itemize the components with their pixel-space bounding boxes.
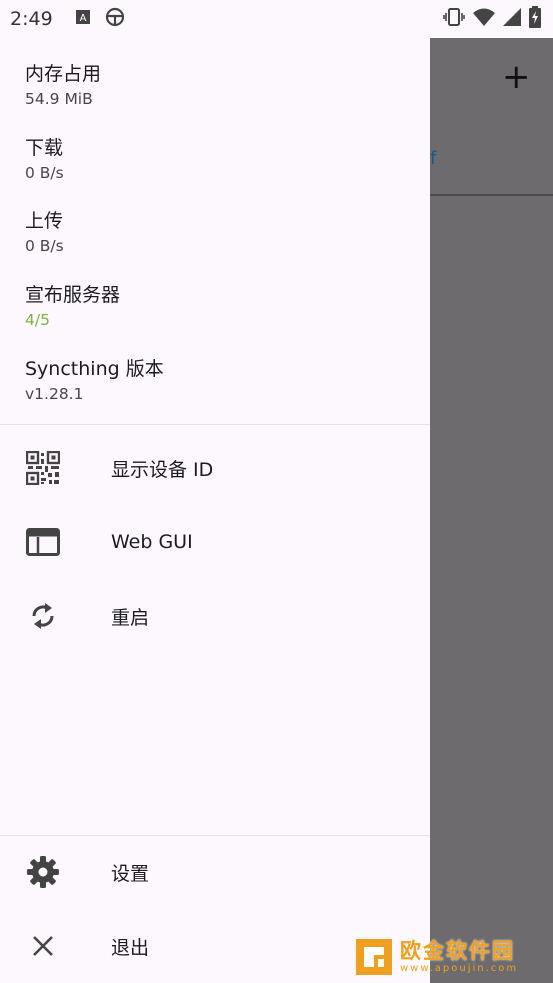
divider	[0, 424, 430, 425]
stat-label: 内存占用	[25, 63, 102, 85]
menu-label: 退出	[111, 936, 150, 959]
plus-icon[interactable]: +	[502, 60, 531, 94]
svg-text:A: A	[79, 13, 86, 24]
menu-restart[interactable]: 重启	[0, 586, 430, 646]
stat-value: 0 B/s	[25, 237, 64, 255]
menu-show-device-id[interactable]: 显示设备 ID	[0, 438, 430, 498]
watermark-url: www.apoujin.com	[400, 963, 519, 974]
stat-value: 4/5	[25, 311, 50, 329]
browser-window-icon	[25, 524, 61, 560]
navigation-drawer: 内存占用 54.9 MiB 下载 0 B/s 上传 0 B/s 宣布服务器 4/…	[0, 38, 430, 983]
menu-web-gui[interactable]: Web GUI	[0, 512, 430, 572]
stat-value: v1.28.1	[25, 385, 84, 403]
menu-label: 显示设备 ID	[111, 458, 214, 481]
stat-announce-servers: 宣布服务器 4/5	[25, 283, 120, 331]
sync-icon	[25, 598, 61, 634]
divider	[0, 835, 430, 836]
wifi-icon	[473, 8, 495, 30]
stat-value: 0 B/s	[25, 164, 64, 182]
watermark-title: 欧金软件园	[400, 939, 515, 963]
stat-memory: 内存占用 54.9 MiB	[25, 62, 101, 110]
tab-underline	[430, 194, 553, 196]
stat-label: 上传	[25, 210, 64, 232]
gear-icon	[25, 854, 61, 890]
stat-upload: 上传 0 B/s	[25, 209, 64, 257]
status-time: 2:49	[10, 8, 53, 30]
status-bar: 2:49 A	[0, 0, 553, 38]
signal-icon	[503, 8, 521, 30]
menu-settings[interactable]: 设置	[0, 842, 430, 902]
stat-version: Syncthing 版本 v1.28.1	[25, 357, 164, 405]
watermark-logo-icon	[354, 937, 394, 977]
stat-label: 宣布服务器	[25, 284, 121, 306]
menu-label: Web GUI	[111, 531, 193, 553]
stat-value: 54.9 MiB	[25, 90, 93, 108]
watermark: 欧金软件园 www.apoujin.com	[354, 935, 549, 979]
menu-label: 重启	[111, 606, 150, 629]
scrim-overlay[interactable]: + f	[430, 38, 553, 983]
tab-fragment: f	[430, 148, 437, 169]
battery-charging-icon	[529, 6, 541, 32]
qr-code-icon	[25, 450, 61, 486]
stat-download: 下载 0 B/s	[25, 136, 64, 184]
vibrate-icon	[443, 7, 465, 31]
close-icon	[25, 928, 61, 964]
stat-label: 下载	[25, 137, 64, 159]
a-box-icon: A	[75, 9, 91, 29]
stat-label: Syncthing 版本	[25, 358, 164, 380]
menu-label: 设置	[111, 862, 150, 885]
steering-wheel-icon	[105, 7, 125, 31]
